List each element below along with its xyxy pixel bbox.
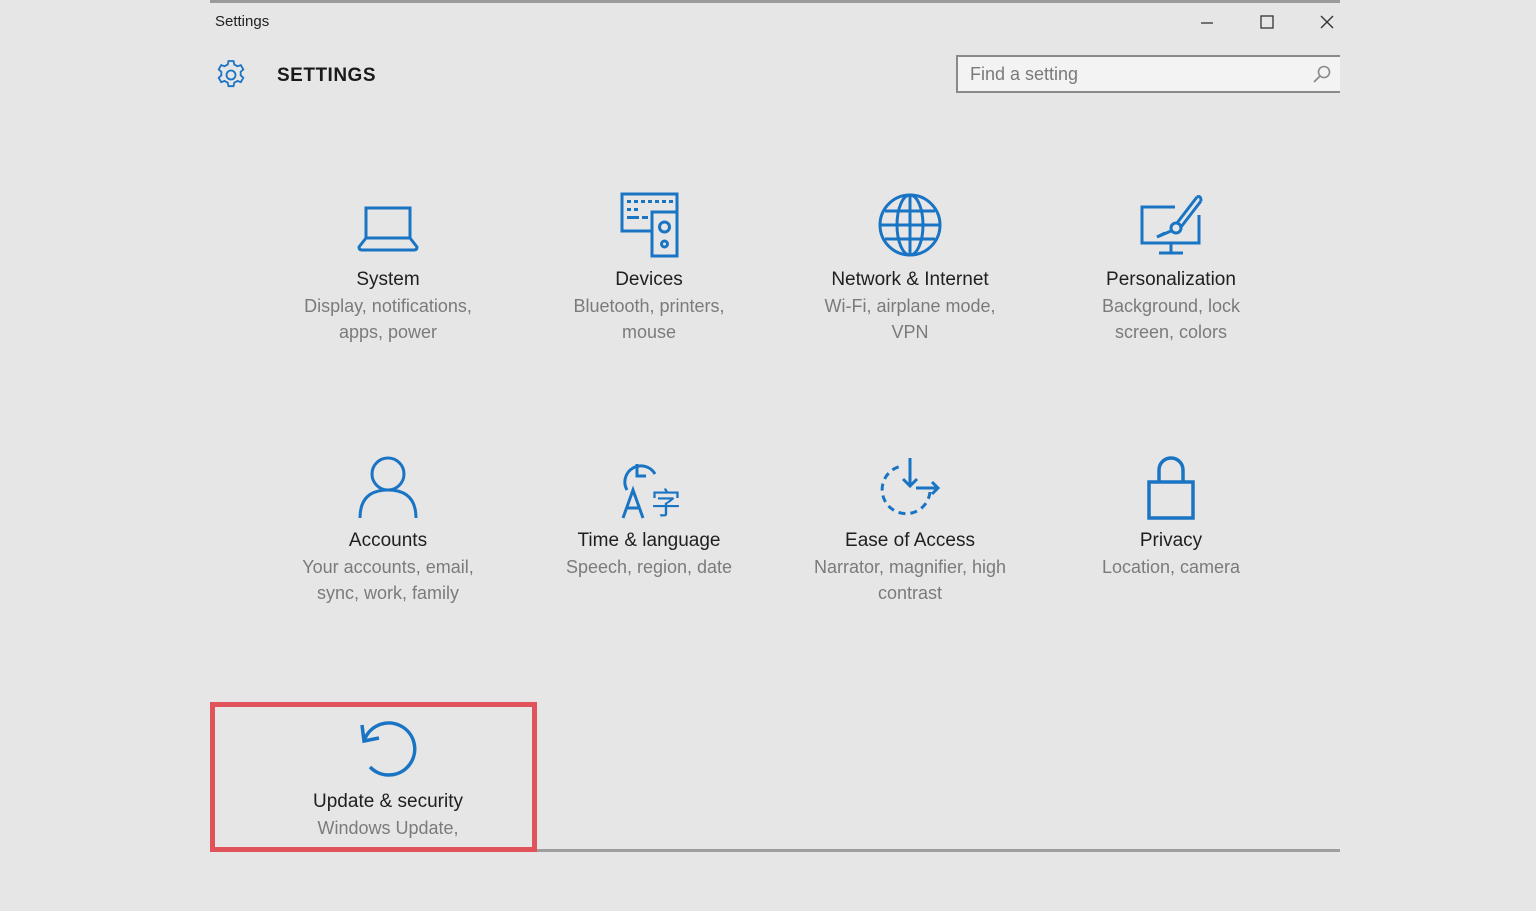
category-label: System	[356, 269, 420, 290]
category-system[interactable]: System Display, notifications, apps, pow…	[258, 189, 518, 389]
gear-icon	[217, 60, 245, 88]
category-label: Update & security	[313, 791, 463, 812]
window-bottom-border	[210, 849, 1340, 852]
category-label: Network & Internet	[831, 269, 989, 290]
close-button[interactable]	[1307, 9, 1347, 35]
category-label: Devices	[615, 269, 683, 290]
svg-text:字: 字	[651, 487, 681, 522]
category-network-internet[interactable]: Network & Internet Wi-Fi, airplane mode,…	[780, 189, 1040, 389]
ease-of-access-icon	[880, 458, 941, 516]
category-label: Personalization	[1106, 269, 1236, 290]
category-ease-of-access[interactable]: Ease of Access Narrator, magnifier, high…	[780, 450, 1040, 650]
category-description: Location, camera	[1101, 557, 1241, 577]
person-icon	[358, 456, 418, 519]
category-description: Display, notifications, apps, power	[304, 296, 472, 342]
category-description: Background, lock screen, colors	[1101, 296, 1241, 342]
lock-icon	[1147, 456, 1195, 520]
laptop-icon	[357, 206, 419, 252]
category-description: Speech, region, date	[565, 557, 733, 577]
search-icon[interactable]	[1310, 62, 1334, 86]
category-personalization[interactable]: Personalization Background, lock screen,…	[1041, 189, 1301, 389]
category-label: Ease of Access	[845, 530, 975, 551]
page-title: SETTINGS	[277, 65, 377, 86]
category-update-security[interactable]: Update & security Windows Update,	[258, 711, 518, 911]
category-description: Bluetooth, printers, mouse	[573, 296, 725, 342]
search-box[interactable]	[956, 55, 1340, 93]
close-icon	[1320, 15, 1334, 29]
category-label: Time & language	[577, 530, 721, 551]
minimize-button[interactable]	[1187, 9, 1227, 35]
category-description: Windows Update,	[317, 818, 459, 838]
category-label: Privacy	[1139, 530, 1203, 551]
window-title: Settings	[215, 13, 270, 30]
time-language-icon: 字	[621, 464, 681, 522]
category-privacy[interactable]: Privacy Location, camera	[1041, 450, 1301, 650]
category-devices[interactable]: Devices Bluetooth, printers, mouse	[519, 189, 779, 389]
devices-icon	[620, 192, 679, 258]
category-label: Accounts	[348, 530, 428, 551]
category-description: Your accounts, email, sync, work, family	[302, 557, 474, 603]
refresh-icon	[360, 721, 417, 777]
maximize-button[interactable]	[1247, 9, 1287, 35]
category-description: Wi-Fi, airplane mode, VPN	[824, 296, 996, 342]
category-description: Narrator, magnifier, high contrast	[813, 557, 1007, 603]
search-input[interactable]	[958, 62, 1310, 86]
category-time-language[interactable]: 字 Time & language Speech, region, date	[519, 450, 779, 650]
settings-window: Settings SETTINGS System Display, notifi	[210, 3, 1340, 851]
category-accounts[interactable]: Accounts Your accounts, email, sync, wor…	[258, 450, 518, 650]
maximize-icon	[1260, 15, 1274, 29]
minimize-icon	[1201, 22, 1213, 24]
paintbrush-monitor-icon	[1140, 195, 1203, 255]
globe-icon	[878, 193, 942, 257]
